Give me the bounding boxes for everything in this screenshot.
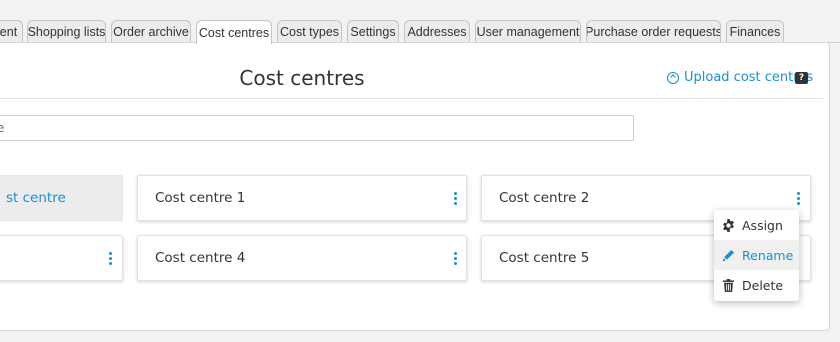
kebab-menu-icon[interactable] (109, 252, 113, 265)
kebab-menu-icon[interactable] (797, 192, 801, 205)
search-input[interactable] (0, 115, 634, 141)
menu-item-label: Rename (742, 247, 794, 263)
add-cost-centre-label: st centre (6, 190, 66, 206)
tab-order-archive[interactable]: Order archive (111, 20, 191, 43)
menu-item-rename[interactable]: Rename (714, 240, 799, 270)
cost-centre-card-4[interactable]: Cost centre 4 (137, 235, 467, 281)
card-context-menu: Assign Rename Delete (714, 210, 799, 301)
kebab-menu-icon[interactable] (454, 192, 458, 205)
menu-item-assign[interactable]: Assign (714, 210, 799, 240)
card-label: Cost centre 1 (155, 190, 246, 206)
tab-label: ent (0, 25, 18, 39)
kebab-menu-icon[interactable] (454, 252, 458, 265)
tab-finances[interactable]: Finances (726, 20, 784, 43)
menu-item-label: Delete (742, 277, 784, 293)
gear-icon (721, 218, 735, 232)
tab-settings[interactable]: Settings (347, 20, 399, 43)
tab-label: User management (476, 25, 580, 39)
tab-user-management[interactable]: User management (475, 20, 581, 43)
menu-item-label: Assign (742, 217, 783, 233)
tab-shopping-lists[interactable]: Shopping lists (27, 20, 106, 43)
trash-icon (721, 278, 735, 292)
card-label: Cost centre 5 (499, 250, 590, 266)
upload-label: Upload cost centres (684, 70, 814, 85)
pencil-icon (721, 248, 735, 262)
tab-label: Shopping lists (27, 25, 106, 39)
tab-cost-centres[interactable]: Cost centres (196, 20, 272, 44)
tab-addresses[interactable]: Addresses (404, 20, 470, 43)
tab-purchase-order-requests[interactable]: Purchase order requests (586, 20, 721, 43)
page-title: Cost centres (239, 66, 365, 90)
tab-label: Cost centres (198, 25, 270, 40)
tab-label: Finances (729, 25, 781, 39)
card-label: Cost centre 2 (499, 190, 590, 206)
help-icon[interactable]: ? (795, 72, 808, 84)
tab-label: Cost types (279, 25, 340, 39)
add-cost-centre-card[interactable]: st centre (0, 175, 123, 221)
tab-management[interactable]: ent (0, 20, 23, 43)
tab-label: Purchase order requests (586, 25, 721, 39)
tab-bar: ent Shopping lists Order archive Cost ce… (0, 0, 840, 44)
tab-label: Order archive (113, 25, 189, 39)
cost-centre-card-3[interactable] (0, 235, 123, 281)
tab-label: Addresses (407, 25, 467, 39)
card-label: Cost centre 4 (155, 250, 246, 266)
menu-item-delete[interactable]: Delete (714, 270, 799, 300)
tab-label: Settings (350, 25, 396, 39)
header-divider (0, 98, 823, 99)
upload-icon (667, 71, 679, 84)
cost-centre-card-1[interactable]: Cost centre 1 (137, 175, 467, 221)
upload-cost-centres-link[interactable]: Upload cost centres (667, 70, 813, 85)
tab-cost-types[interactable]: Cost types (277, 20, 342, 43)
